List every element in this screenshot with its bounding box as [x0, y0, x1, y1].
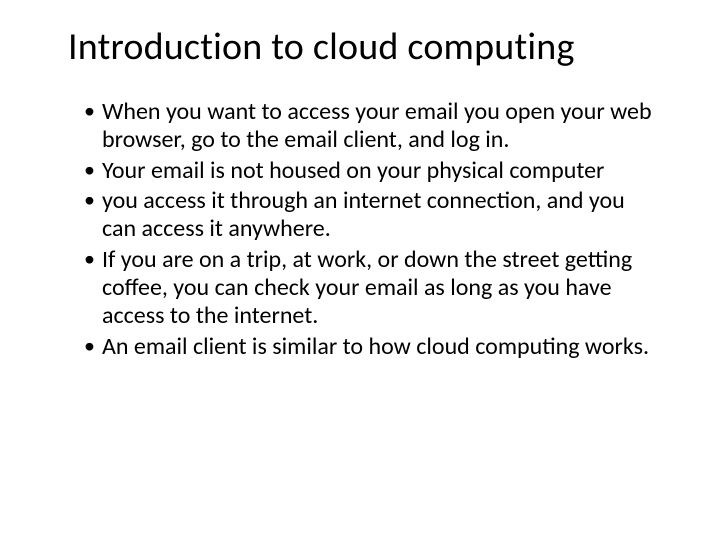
slide-title: Introduction to cloud computing: [68, 24, 672, 70]
bullet-list: When you want to access your email you o…: [48, 98, 672, 361]
list-item: Your email is not housed on your physica…: [84, 157, 652, 185]
list-item: When you want to access your email you o…: [84, 98, 652, 155]
slide: Introduction to cloud computing When you…: [0, 0, 720, 540]
list-item: If you are on a trip, at work, or down t…: [84, 246, 652, 331]
list-item: you access it through an internet connec…: [84, 187, 652, 244]
list-item: An email client is similar to how cloud …: [84, 333, 652, 361]
